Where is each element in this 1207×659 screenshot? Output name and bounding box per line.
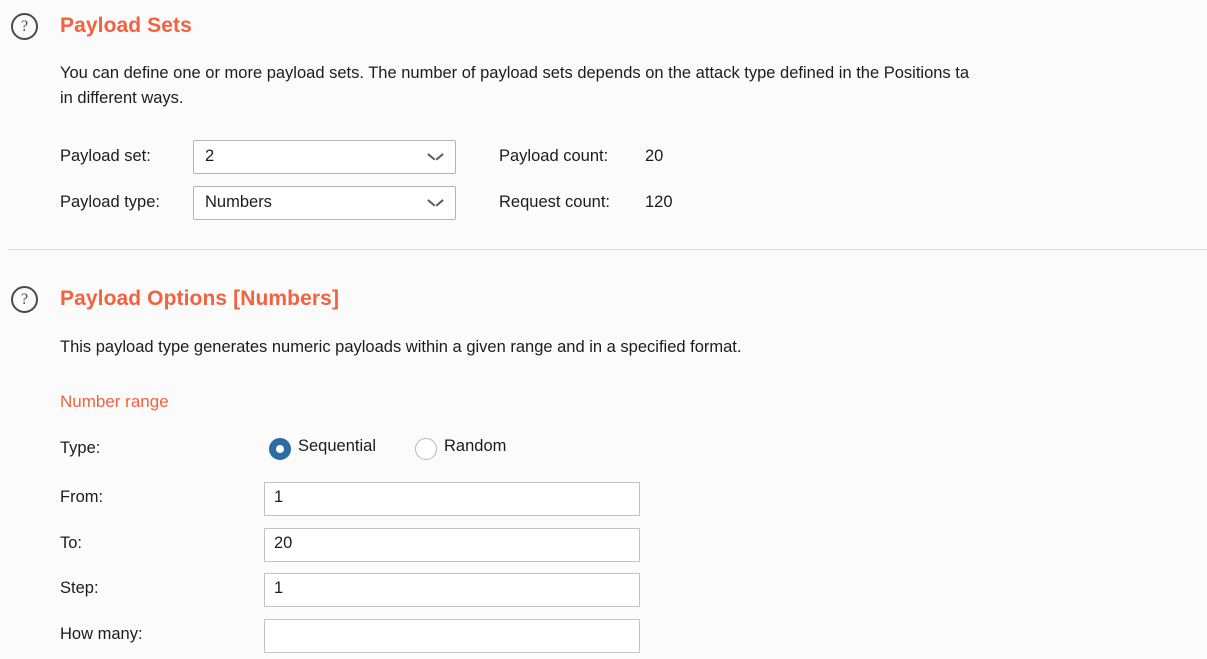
step-input[interactable]: 1	[264, 573, 640, 607]
to-input[interactable]: 20	[264, 528, 640, 562]
section-divider	[8, 249, 1207, 250]
help-question-icon[interactable]: ?	[11, 286, 38, 313]
help-question-icon[interactable]: ?	[11, 13, 38, 40]
payload-count-value: 20	[645, 147, 664, 165]
payload-options-title: Payload Options [Numbers]	[60, 287, 340, 310]
payload-type-dropdown[interactable]: Numbers	[193, 186, 456, 220]
step-input-value: 1	[274, 579, 284, 597]
from-input[interactable]: 1	[264, 482, 640, 516]
type-label: Type:	[60, 439, 101, 457]
from-label: From:	[60, 488, 104, 506]
payload-set-label: Payload set:	[60, 147, 151, 165]
how-many-label: How many:	[60, 625, 143, 643]
radio-unselected-icon	[415, 438, 437, 460]
chevron-down-icon	[429, 153, 442, 161]
step-label: Step:	[60, 579, 99, 597]
request-count-label: Request count:	[499, 193, 610, 211]
payload-type-value: Numbers	[205, 193, 272, 211]
radio-selected-icon	[269, 438, 291, 460]
payload-count-label: Payload count:	[499, 147, 609, 165]
payload-sets-description-line1: You can define one or more payload sets.…	[60, 64, 970, 82]
chevron-down-icon	[429, 199, 442, 207]
from-input-value: 1	[274, 488, 284, 506]
to-label: To:	[60, 534, 83, 552]
to-input-value: 20	[274, 534, 293, 552]
payload-type-label: Payload type:	[60, 193, 160, 211]
payload-options-description: This payload type generates numeric payl…	[60, 338, 742, 356]
request-count-value: 120	[645, 193, 673, 211]
radio-option-sequential-label: Sequential	[298, 437, 376, 455]
payload-sets-description-line2: in different ways.	[60, 89, 184, 107]
page-title: Payload Sets	[60, 14, 192, 37]
number-range-heading: Number range	[60, 392, 169, 411]
how-many-input[interactable]	[264, 619, 640, 653]
payload-set-dropdown[interactable]: 2	[193, 140, 456, 174]
payload-set-value: 2	[205, 147, 215, 165]
radio-option-random-label: Random	[444, 437, 507, 455]
